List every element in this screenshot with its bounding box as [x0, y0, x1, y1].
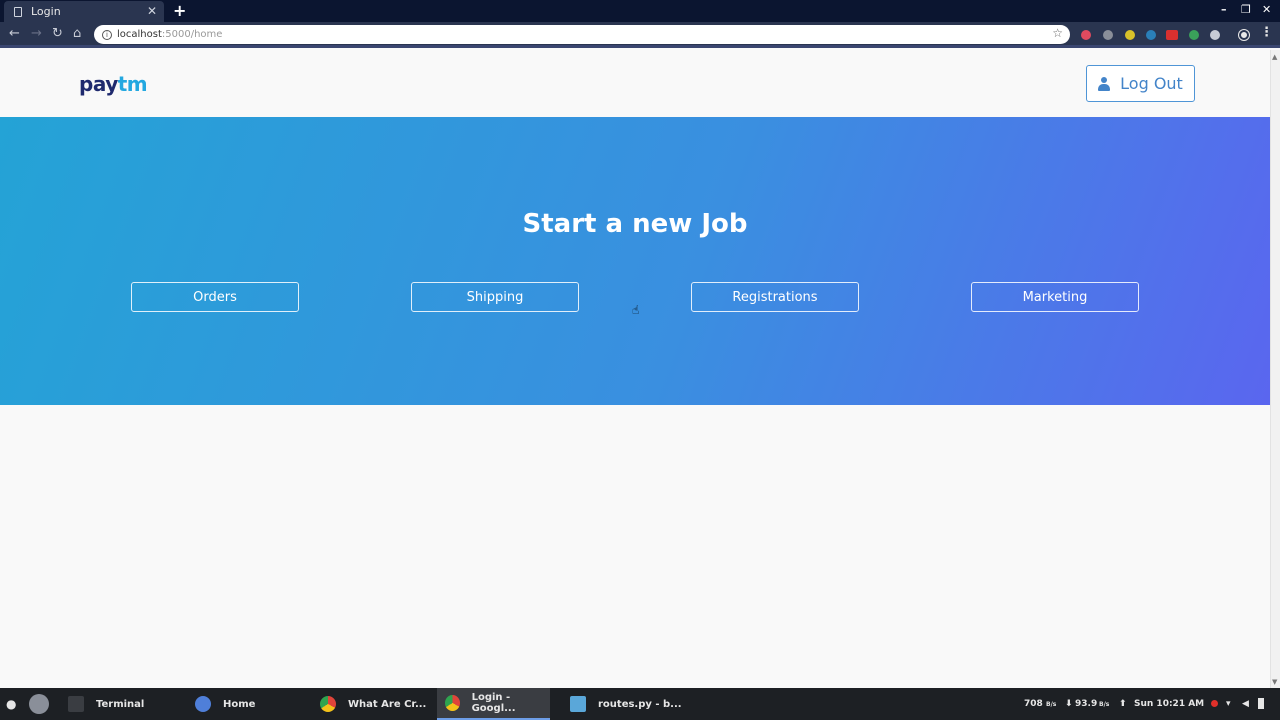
taskbar-label: Terminal: [96, 698, 145, 710]
wifi-icon[interactable]: ▾: [1226, 699, 1231, 709]
restore-icon[interactable]: ❐: [1241, 3, 1251, 16]
taskbar-item-terminal[interactable]: Terminal: [62, 688, 182, 720]
scroll-up-icon[interactable]: ▲: [1272, 53, 1277, 61]
minimize-icon[interactable]: –: [1221, 3, 1227, 16]
taskbar-label: routes.py - b...: [598, 698, 682, 710]
url-host: localhost: [117, 29, 162, 40]
net-down-unit: B/s: [1099, 701, 1110, 708]
taskbar-item-chrome-1[interactable]: What Are Cr...: [312, 688, 432, 720]
menu-dots-icon[interactable]: ⋮: [1260, 25, 1273, 40]
battery-icon[interactable]: [1258, 698, 1264, 709]
os-taskbar: ● Terminal Home What Are Cr... Login - G…: [0, 688, 1280, 720]
terminal-icon: [68, 696, 84, 712]
upload-arrow-icon: ⬆: [1119, 699, 1127, 709]
chrome-icon: [445, 695, 460, 711]
info-icon[interactable]: i: [102, 29, 112, 40]
hero-banner: Start a new Job Orders Shipping Registra…: [0, 117, 1270, 405]
logo-text-pay: pay: [79, 72, 118, 96]
address-bar[interactable]: i localhost:5000/home ☆: [94, 25, 1070, 44]
forward-icon[interactable]: →: [31, 26, 42, 41]
orders-button[interactable]: Orders: [131, 282, 299, 312]
registrations-button[interactable]: Registrations: [691, 282, 859, 312]
profile-icon[interactable]: [1239, 30, 1249, 40]
marketing-button[interactable]: Marketing: [971, 282, 1139, 312]
new-tab-button[interactable]: +: [173, 1, 186, 20]
home-icon[interactable]: ⌂: [73, 26, 81, 41]
url-path: :5000/home: [161, 29, 223, 40]
taskbar-item-editor[interactable]: routes.py - b...: [562, 688, 682, 720]
hand-cursor-icon: ☝: [632, 303, 640, 317]
apple-menu-icon[interactable]: ●: [6, 697, 16, 711]
volume-icon[interactable]: ◀: [1242, 699, 1249, 709]
taskbar-item-chrome-active[interactable]: Login - Googl...: [437, 688, 550, 720]
document-icon: [14, 6, 22, 17]
taskbar-label: Login - Googl...: [471, 692, 516, 714]
extension-gray-icon[interactable]: [1103, 30, 1113, 40]
hero-title: Start a new Job: [522, 209, 748, 239]
logout-label: Log Out: [1120, 74, 1183, 93]
taskbar-item-home[interactable]: Home: [187, 688, 307, 720]
page-scrollbar[interactable]: [1270, 50, 1280, 688]
user-icon: [1098, 76, 1111, 91]
browser-tab-bar: Login ✕ + – ❐ ✕: [0, 0, 1280, 22]
back-icon[interactable]: ←: [9, 26, 20, 41]
web-page: paytm Log Out Start a new Job Orders Shi…: [0, 50, 1270, 688]
paytm-logo[interactable]: paytm: [79, 72, 148, 96]
close-tab-icon[interactable]: ✕: [147, 4, 157, 18]
extension-blue-icon[interactable]: [1146, 30, 1156, 40]
close-window-icon[interactable]: ✕: [1262, 3, 1271, 16]
extension-shield-icon[interactable]: [1081, 30, 1091, 40]
net-up-unit: B/s: [1046, 701, 1057, 708]
folder-icon: [195, 696, 211, 712]
taskbar-label: What Are Cr...: [348, 698, 427, 710]
taskbar-label: Home: [223, 698, 256, 710]
launcher-rocket-icon[interactable]: [29, 694, 49, 714]
browser-toolbar: ← → ↻ ⌂ i localhost:5000/home ☆ ⋮: [0, 22, 1280, 48]
bookmark-star-icon[interactable]: ☆: [1052, 26, 1063, 40]
editor-icon: [570, 696, 586, 712]
extension-green-icon[interactable]: [1189, 30, 1199, 40]
download-arrow-icon: ⬇: [1065, 699, 1073, 709]
extension-white-icon[interactable]: [1210, 30, 1220, 40]
clock[interactable]: Sun 10:21 AM: [1134, 699, 1204, 709]
extension-yellow-icon[interactable]: [1125, 30, 1135, 40]
chrome-icon: [320, 696, 336, 712]
scroll-down-icon[interactable]: ▼: [1272, 678, 1277, 686]
browser-tab[interactable]: Login ✕: [4, 1, 164, 22]
logo-text-tm: tm: [117, 72, 148, 96]
tab-title: Login: [31, 5, 61, 18]
logout-button[interactable]: Log Out: [1086, 65, 1195, 102]
shipping-button[interactable]: Shipping: [411, 282, 579, 312]
net-down-value: 93.9: [1075, 699, 1098, 709]
reload-icon[interactable]: ↻: [52, 26, 63, 41]
adblock-icon[interactable]: [1166, 30, 1178, 40]
net-up-value: 708: [1024, 699, 1043, 709]
record-indicator-icon[interactable]: [1211, 700, 1218, 707]
